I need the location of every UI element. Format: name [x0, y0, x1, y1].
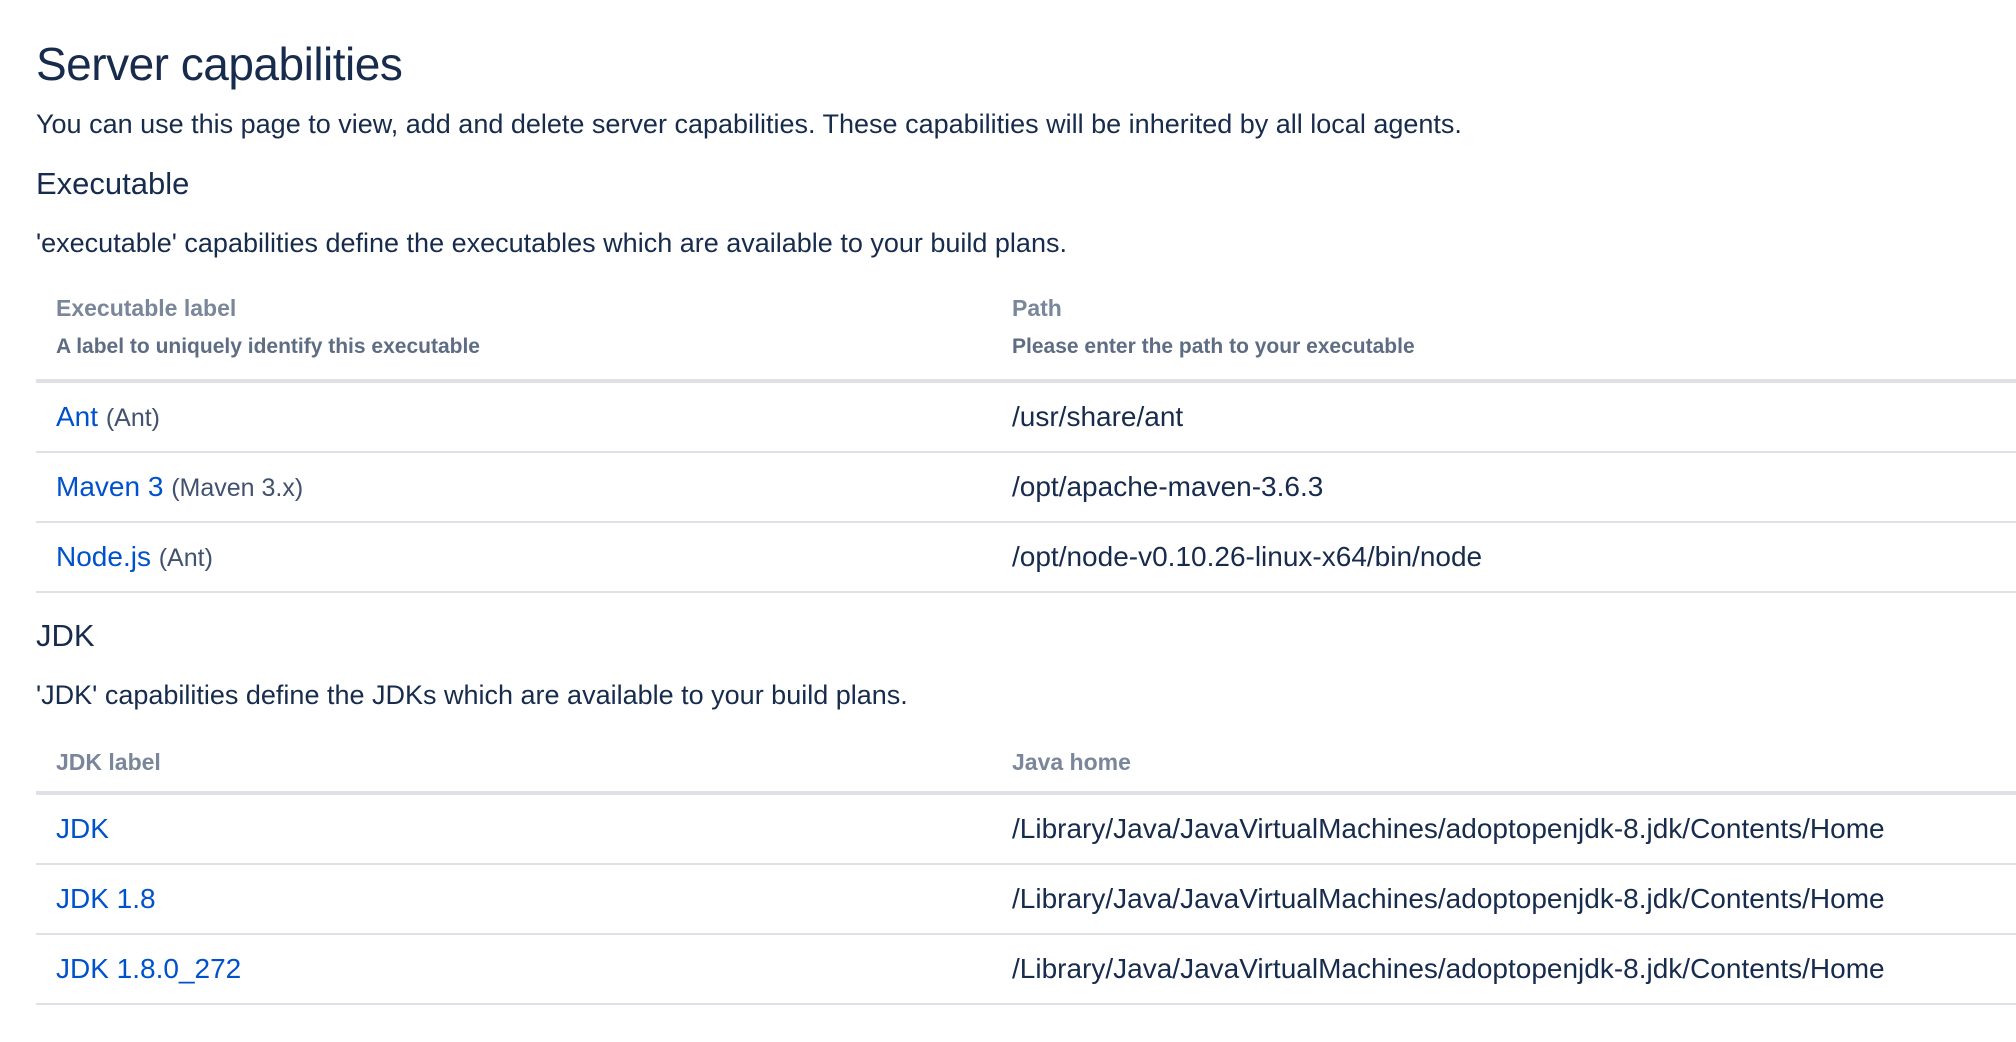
- executable-section-description: 'executable' capabilities define the exe…: [36, 228, 1067, 258]
- java-home-column-header: Java home: [992, 737, 2016, 795]
- java-home-path: /Library/Java/JavaVirtualMachines/adopto…: [992, 864, 2016, 935]
- table-row: Ant (Ant) /usr/share/ant: [36, 381, 2016, 453]
- server-capabilities-page: Server capabilities You can use this pag…: [0, 0, 2016, 1005]
- executable-label-column-header: Executable label A label to uniquely ide…: [36, 286, 992, 383]
- table-row: Node.js (Ant) /opt/node-v0.10.26-linux-x…: [36, 522, 2016, 593]
- java-home-path: /Library/Java/JavaVirtualMachines/adopto…: [992, 793, 2016, 865]
- jdk-section-description: 'JDK' capabilities define the JDKs which…: [36, 680, 908, 710]
- java-home-path: /Library/Java/JavaVirtualMachines/adopto…: [992, 934, 2016, 1005]
- jdk-label-cell: JDK 1.8.0_272: [36, 934, 992, 1005]
- column-header-label: Executable label: [56, 295, 237, 321]
- column-header-label: Java home: [1012, 749, 1131, 775]
- jdk-table: JDK label Java home JDK /Library/Java/Ja…: [36, 737, 2016, 1005]
- executable-link-ant[interactable]: Ant: [56, 401, 98, 432]
- jdk-label-column-header: JDK label: [36, 737, 992, 795]
- column-header-label: Path: [1012, 295, 1062, 321]
- path-column-header: Path Please enter the path to your execu…: [992, 286, 2016, 383]
- executable-label-cell: Ant (Ant): [36, 381, 992, 453]
- executable-label-cell: Maven 3 (Maven 3.x): [36, 452, 992, 523]
- executable-type: (Ant): [158, 544, 213, 572]
- jdk-link-jdk-1-8[interactable]: JDK 1.8: [56, 883, 156, 914]
- executable-table: Executable label A label to uniquely ide…: [36, 286, 2016, 593]
- jdk-link-jdk[interactable]: JDK: [56, 813, 109, 844]
- table-header-row: Executable label A label to uniquely ide…: [36, 286, 2016, 383]
- executable-link-nodejs[interactable]: Node.js: [56, 541, 151, 572]
- column-header-help: Please enter the path to your executable: [1012, 335, 1415, 358]
- jdk-link-jdk-1-8-0-272[interactable]: JDK 1.8.0_272: [56, 953, 241, 984]
- column-header-label: JDK label: [56, 749, 161, 775]
- table-row: Maven 3 (Maven 3.x) /opt/apache-maven-3.…: [36, 452, 2016, 523]
- executable-path: /opt/node-v0.10.26-linux-x64/bin/node: [992, 522, 2016, 593]
- page-title: Server capabilities: [36, 38, 403, 90]
- executable-path: /usr/share/ant: [992, 381, 2016, 453]
- executable-section-title: Executable: [36, 166, 190, 201]
- table-row: JDK /Library/Java/JavaVirtualMachines/ad…: [36, 793, 2016, 865]
- column-header-help: A label to uniquely identify this execut…: [56, 335, 480, 358]
- executable-type: (Maven 3.x): [171, 474, 304, 502]
- table-header-row: JDK label Java home: [36, 737, 2016, 795]
- jdk-label-cell: JDK: [36, 793, 992, 865]
- page-intro: You can use this page to view, add and d…: [36, 109, 1462, 139]
- executable-path: /opt/apache-maven-3.6.3: [992, 452, 2016, 523]
- table-row: JDK 1.8.0_272 /Library/Java/JavaVirtualM…: [36, 934, 2016, 1005]
- executable-type: (Ant): [105, 404, 160, 432]
- table-row: JDK 1.8 /Library/Java/JavaVirtualMachine…: [36, 864, 2016, 935]
- executable-label-cell: Node.js (Ant): [36, 522, 992, 593]
- jdk-section-title: JDK: [36, 618, 95, 653]
- executable-link-maven-3[interactable]: Maven 3: [56, 471, 163, 502]
- jdk-label-cell: JDK 1.8: [36, 864, 992, 935]
